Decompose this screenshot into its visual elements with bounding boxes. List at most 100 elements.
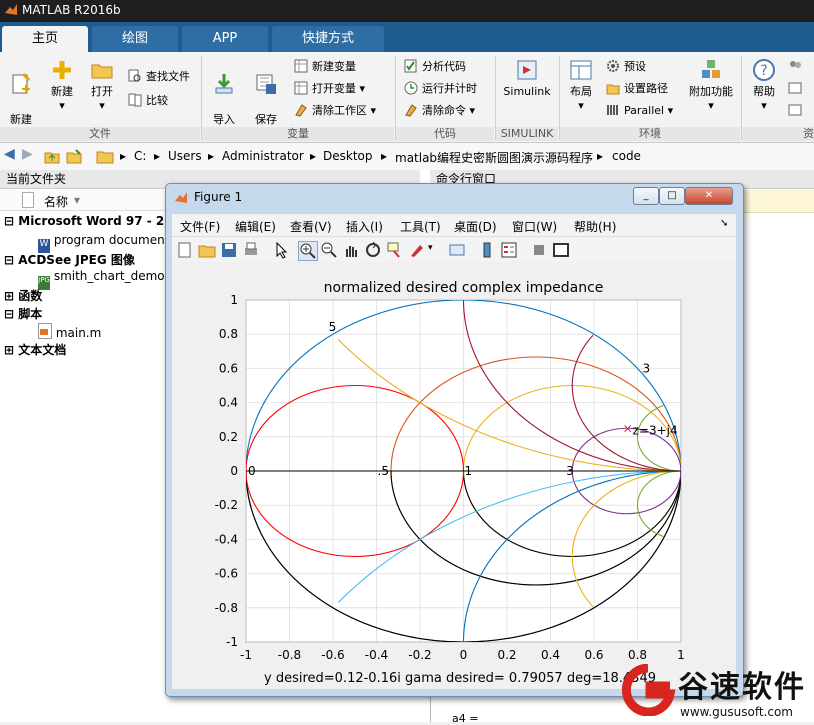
chevron-down-icon: ▾ (578, 99, 584, 112)
hide-plot-tools-icon[interactable] (530, 241, 548, 259)
tab-shortcuts[interactable]: 快捷方式 (272, 26, 384, 52)
minimize-button[interactable]: _ (633, 187, 659, 205)
maximize-button[interactable]: □ (659, 187, 685, 205)
browse-folder-icon[interactable] (66, 148, 82, 164)
group-label: ACDSee JPEG 图像 (18, 253, 135, 267)
request-support-button[interactable] (788, 80, 806, 98)
new-figure-icon[interactable] (176, 241, 194, 259)
figure-title-bar[interactable]: Figure 1 _ □ ✕ (166, 184, 743, 212)
menu-view[interactable]: 查看(V) (290, 218, 332, 235)
simulink-button[interactable]: Simulink (500, 58, 554, 99)
parallel-button[interactable]: Parallel ▾ (606, 102, 673, 120)
community-icon (790, 61, 801, 68)
list-item[interactable]: ⊟ 脚本 (4, 305, 42, 322)
close-button[interactable]: ✕ (685, 187, 733, 205)
open-file-icon[interactable] (198, 241, 216, 259)
menu-edit[interactable]: 编辑(E) (235, 218, 276, 235)
zoom-out-icon[interactable] (320, 241, 338, 259)
dock-arrow-icon[interactable]: ➘ (720, 218, 728, 229)
y-tick-label: 0.8 (219, 327, 238, 341)
rotate-3d-icon[interactable] (364, 241, 382, 259)
up-folder-icon[interactable] (44, 148, 60, 164)
group-variable-label: 变量 (202, 127, 394, 141)
list-item[interactable]: ⊞ 函数 (4, 287, 42, 304)
back-arrow-icon[interactable]: ◀ (4, 146, 15, 162)
learn-matlab-button[interactable] (788, 102, 806, 120)
clear-commands-label: 清除命令 (422, 104, 466, 117)
find-files-button[interactable]: 查找文件 (128, 68, 190, 86)
matlab-logo-icon (175, 192, 187, 203)
save-icon[interactable] (220, 241, 238, 259)
path-segment[interactable]: Users (168, 149, 202, 163)
link-plot-icon[interactable] (448, 241, 466, 259)
colorbar-icon[interactable] (478, 241, 496, 259)
path-segment[interactable]: C: (134, 149, 146, 163)
list-item[interactable]: main.m (38, 323, 101, 340)
new-variable-button[interactable]: 新建变量 (294, 58, 356, 76)
addons-button[interactable]: 附加功能 ▾ (686, 58, 736, 113)
menu-tools[interactable]: 工具(T) (400, 218, 441, 235)
new-script-icon (12, 72, 31, 94)
set-path-label: 设置路径 (624, 82, 668, 95)
x-tick-label: -1 (240, 648, 252, 662)
layout-button[interactable]: 布局 ▾ (564, 58, 598, 113)
path-segment[interactable]: matlab编程史密斯圆图演示源码程序 (395, 149, 593, 166)
menu-file[interactable]: 文件(F) (180, 218, 220, 235)
pan-hand-icon[interactable] (342, 241, 360, 259)
label-reactance-5: 5 (329, 320, 337, 334)
show-plot-tools-icon[interactable] (552, 241, 570, 259)
list-item[interactable]: W program documen (38, 233, 165, 253)
clear-workspace-button[interactable]: 清除工作区 ▾ (294, 102, 376, 120)
list-item[interactable]: ⊟ ACDSee JPEG 图像 (4, 251, 135, 268)
path-separator: ▸ (208, 149, 215, 163)
run-and-time-icon (404, 81, 418, 95)
group-label: Microsoft Word 97 - 200 (18, 214, 181, 228)
open-variable-button[interactable]: 打开变量 ▾ (294, 80, 365, 98)
menu-insert[interactable]: 插入(I) (346, 218, 383, 235)
chevron-down-icon: ▾ (359, 82, 366, 95)
new-label: 新建 (51, 85, 73, 98)
path-separator: ▸ (120, 149, 127, 163)
chevron-down-icon[interactable]: ▾ (428, 243, 433, 253)
list-item[interactable]: ⊟ Microsoft Word 97 - 200 (4, 214, 181, 228)
analyze-code-button[interactable]: 分析代码 (404, 58, 466, 76)
menu-desktop[interactable]: 桌面(D) (454, 218, 497, 235)
forward-arrow-icon[interactable]: ▶ (22, 146, 33, 162)
data-cursor-icon[interactable] (386, 241, 404, 259)
community-button[interactable] (788, 58, 806, 76)
label-resistance-1: 1 (465, 464, 473, 478)
list-item[interactable]: ⊞ 文本文档 (4, 341, 66, 358)
help-button[interactable]: ? 帮助 ▾ (746, 58, 782, 113)
figure-window: Figure 1 _ □ ✕ 文件(F) 编辑(E) 查看(V) 插入(I) 工… (165, 183, 744, 697)
menu-window[interactable]: 窗口(W) (512, 218, 557, 235)
clear-commands-button[interactable]: 清除命令 ▾ (404, 102, 475, 120)
new-button[interactable]: 新建 ▾ (44, 58, 80, 113)
x-tick-label: 0.4 (541, 648, 560, 662)
brush-icon[interactable] (408, 241, 426, 259)
zoom-in-icon[interactable] (298, 241, 318, 261)
pointer-icon[interactable] (272, 241, 290, 259)
legend-icon[interactable] (500, 241, 518, 259)
print-icon[interactable] (242, 241, 260, 259)
run-and-time-button[interactable]: 运行并计时 (404, 80, 477, 98)
preferences-button[interactable]: 预设 (606, 58, 646, 76)
smith-chart-plot[interactable]: -1 -0.8 -0.6 -0.4 -0.2 0 0.2 0.4 0.6 0.8 110.80.60… (172, 262, 736, 689)
open-variable-label: 打开变量 (312, 82, 356, 95)
new-variable-label: 新建变量 (312, 60, 356, 73)
tab-plots[interactable]: 绘图 (92, 26, 178, 52)
figure-canvas[interactable]: -1 -0.8 -0.6 -0.4 -0.2 0 0.2 0.4 0.6 0.8 1 1 0.8 0.6 0… (172, 262, 736, 689)
path-segment[interactable]: Desktop (323, 149, 373, 163)
menu-help[interactable]: 帮助(H) (574, 218, 616, 235)
path-segment[interactable]: code (612, 149, 641, 163)
path-segment[interactable]: Administrator (222, 149, 304, 163)
tab-apps[interactable]: APP (182, 26, 268, 52)
set-path-button[interactable]: 设置路径 (606, 80, 668, 98)
x-tick-label: 0.6 (584, 648, 603, 662)
group-label: 脚本 (18, 307, 43, 321)
figure-title: Figure 1 (194, 190, 243, 204)
open-button[interactable]: 打开 ▾ (86, 58, 118, 113)
tab-home[interactable]: 主页 (2, 26, 88, 52)
help-icon: ? (753, 59, 775, 81)
compare-button[interactable]: 比较 (128, 92, 168, 110)
list-item[interactable]: JPG smith_chart_demo. (38, 269, 168, 290)
